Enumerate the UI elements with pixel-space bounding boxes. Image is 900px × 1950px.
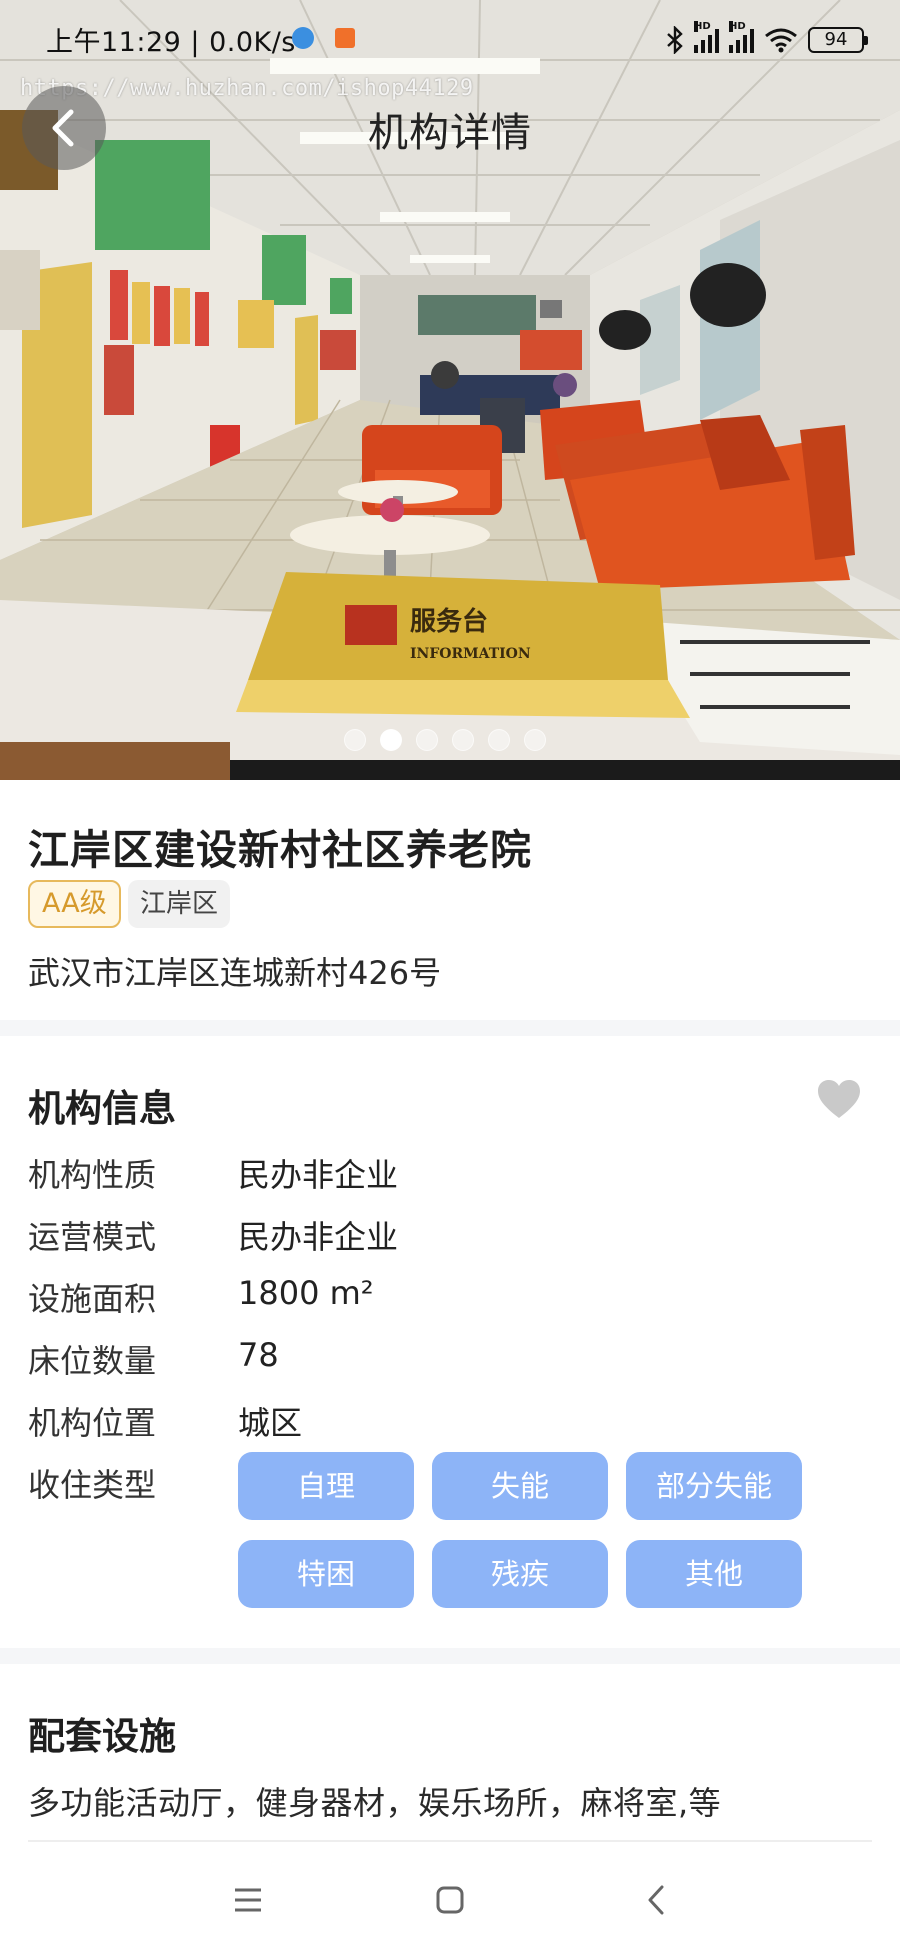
- heart-icon[interactable]: [816, 1078, 862, 1120]
- app-notification-icon: [335, 28, 355, 48]
- info-label-location: 机构位置: [28, 1404, 157, 1442]
- carousel-dot[interactable]: [416, 729, 438, 751]
- info-value-location: 城区: [238, 1404, 303, 1442]
- facilities-section-title: 配套设施: [28, 1715, 176, 1758]
- page-title: 机构详情: [368, 110, 532, 156]
- home-button[interactable]: [420, 1872, 480, 1928]
- battery-icon: 94: [808, 27, 868, 53]
- info-label-nature: 机构性质: [28, 1156, 157, 1194]
- admission-tag-special-poverty[interactable]: 特困: [238, 1540, 414, 1608]
- back-nav-button[interactable]: [626, 1872, 686, 1928]
- info-label-admission: 收住类型: [28, 1466, 157, 1504]
- admission-tag-self-care[interactable]: 自理: [238, 1452, 414, 1520]
- section-separator: [0, 1648, 900, 1664]
- carousel-dot-active[interactable]: [380, 729, 402, 751]
- signal-icon: HD: [729, 21, 754, 53]
- info-label-beds: 床位数量: [28, 1342, 157, 1380]
- menu-button[interactable]: [218, 1872, 278, 1928]
- menu-icon: [235, 1888, 261, 1912]
- photo-sign-cn: 服务台: [410, 606, 488, 637]
- institution-name: 江岸区建设新村社区养老院: [28, 826, 532, 874]
- back-arrow-icon: [648, 1885, 664, 1915]
- section-separator: [0, 1020, 900, 1036]
- wifi-icon: [765, 28, 797, 53]
- info-value-area: 1800 m²: [238, 1274, 374, 1312]
- home-square-icon: [436, 1886, 464, 1914]
- admission-tag-handicapped[interactable]: 残疾: [432, 1540, 608, 1608]
- institution-address: 武汉市江岸区连城新村426号: [28, 954, 442, 992]
- carousel-indicators: [344, 729, 546, 751]
- admission-tag-partial-disabled[interactable]: 部分失能: [626, 1452, 802, 1520]
- facilities-text: 多功能活动厅，健身器材，娱乐场所，麻将室,等: [28, 1784, 722, 1822]
- district-badge: 江岸区: [128, 880, 231, 928]
- app-notification-icon: [292, 27, 314, 49]
- carousel-dot[interactable]: [344, 729, 366, 751]
- carousel-dot[interactable]: [452, 729, 474, 751]
- bluetooth-icon: [667, 26, 683, 54]
- info-value-operation: 民办非企业: [238, 1218, 399, 1256]
- carousel-dot[interactable]: [488, 729, 510, 751]
- carousel-dot[interactable]: [524, 729, 546, 751]
- info-value-beds: 78: [238, 1336, 279, 1374]
- info-label-area: 设施面积: [28, 1280, 157, 1318]
- info-section-title: 机构信息: [28, 1087, 176, 1130]
- status-bar: 上午11:29 | 0.0K/s HD HD 94: [0, 0, 900, 80]
- divider: [28, 1840, 872, 1842]
- level-badge: AA级: [28, 880, 121, 928]
- signal-icon: HD: [694, 21, 719, 53]
- info-label-operation: 运营模式: [28, 1218, 157, 1256]
- status-icons: HD HD 94: [666, 21, 868, 58]
- photo-sign-en: INFORMATION: [410, 646, 531, 662]
- admission-tag-disabled[interactable]: 失能: [432, 1452, 608, 1520]
- status-time: 上午11:29 | 0.0K/s: [46, 27, 296, 58]
- system-navigation-bar: [0, 1850, 900, 1950]
- admission-tag-other[interactable]: 其他: [626, 1540, 802, 1608]
- hero-carousel[interactable]: 服务台 INFORMATION 上午11:29 | 0.0K/s HD HD 9…: [0, 0, 900, 780]
- info-value-nature: 民办非企业: [238, 1156, 399, 1194]
